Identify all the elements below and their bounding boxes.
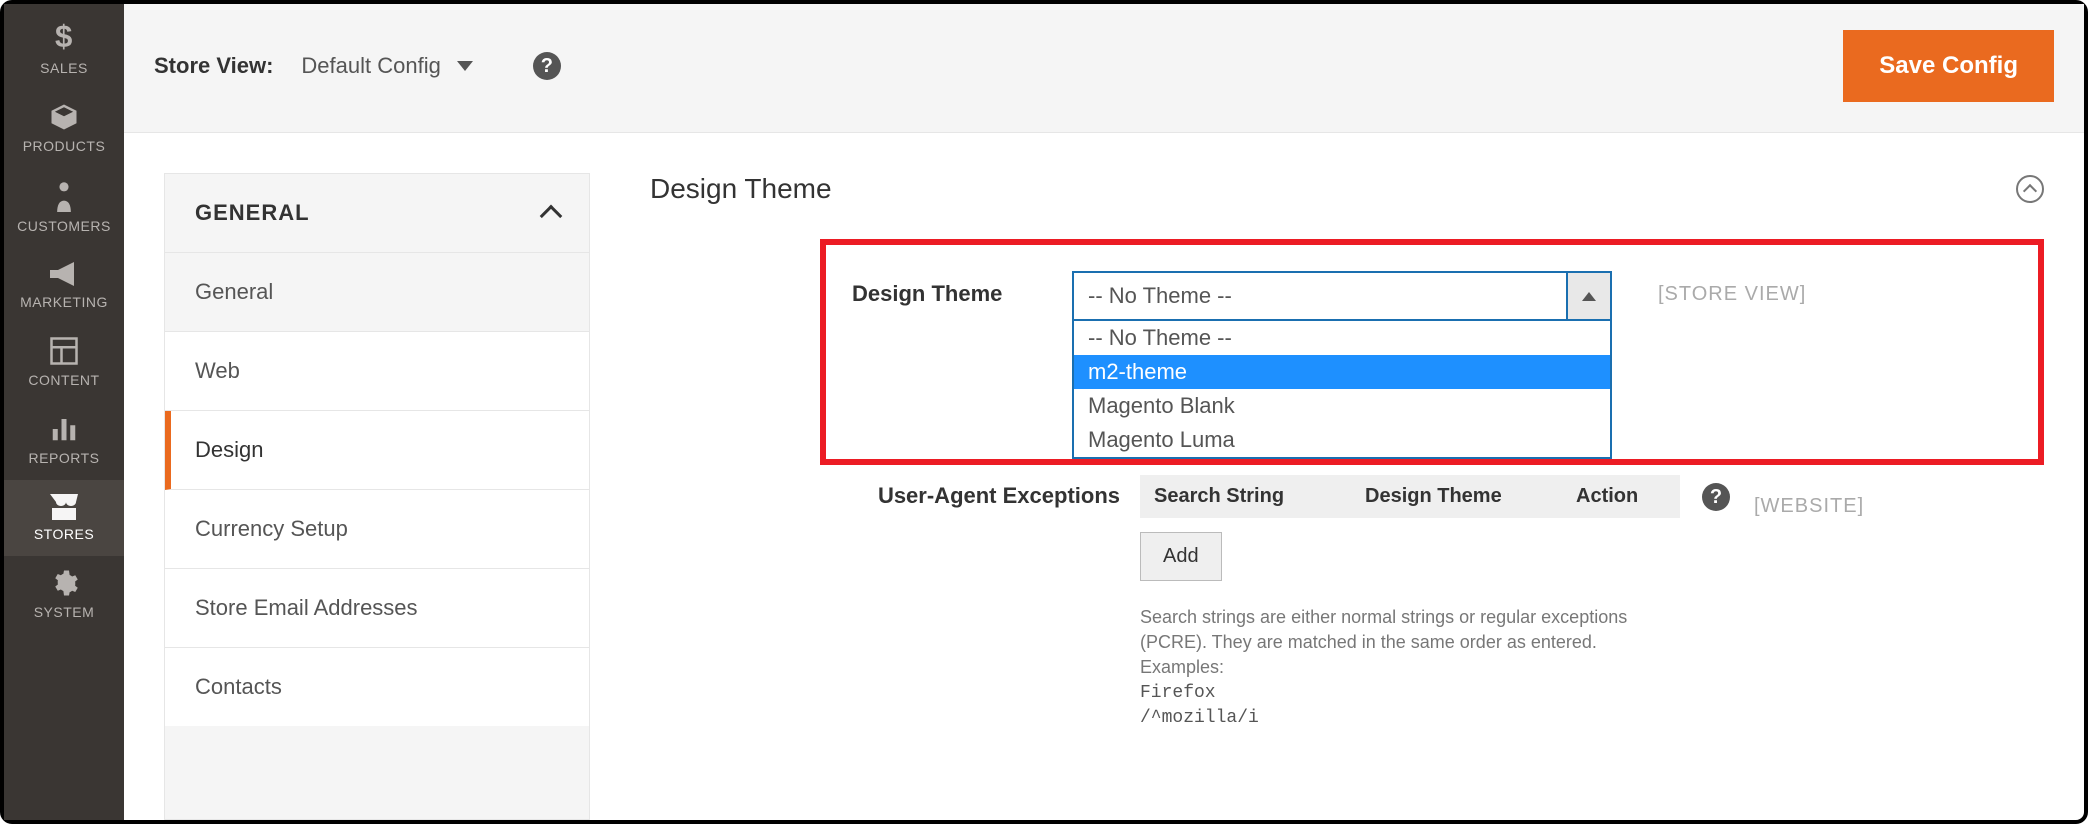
field-label-user-agent: User-Agent Exceptions [820, 475, 1140, 509]
option-magento-luma[interactable]: Magento Luma [1074, 423, 1610, 457]
nav-label: PRODUCTS [4, 138, 124, 154]
nav-label: MARKETING [4, 294, 124, 310]
scope-store-view: [STORE VIEW] [1658, 271, 1806, 306]
ua-help-line1: Search strings are either normal strings… [1140, 605, 1680, 681]
nav-item-reports[interactable]: REPORTS [4, 402, 124, 480]
option-no-theme[interactable]: -- No Theme -- [1074, 321, 1610, 355]
nav-item-system[interactable]: SYSTEM [4, 556, 124, 634]
bar-chart-icon [49, 414, 79, 444]
config-item-design[interactable]: Design [165, 411, 589, 490]
config-item-store-email[interactable]: Store Email Addresses [165, 569, 589, 648]
nav-label: CONTENT [4, 372, 124, 388]
config-item-contacts[interactable]: Contacts [165, 648, 589, 726]
gear-icon [49, 568, 79, 598]
scope-website: [WEBSITE] [1754, 483, 1864, 518]
design-theme-selected: -- No Theme -- [1074, 283, 1566, 309]
section-title-text: Design Theme [650, 173, 832, 205]
user-agent-exceptions-row: User-Agent Exceptions Search String Desi… [650, 475, 2044, 731]
add-button[interactable]: Add [1140, 532, 1222, 581]
nav-item-content[interactable]: CONTENT [4, 324, 124, 402]
chevron-up-icon [540, 205, 563, 228]
config-group-general[interactable]: GENERAL [165, 174, 589, 253]
nav-item-products[interactable]: PRODUCTS [4, 90, 124, 168]
ua-col-action: Action [1576, 485, 1666, 508]
box-icon [49, 102, 79, 132]
design-theme-options: -- No Theme -- m2-theme Magento Blank Ma… [1072, 321, 1612, 459]
ua-help-text: Search strings are either normal strings… [1140, 605, 1680, 731]
nav-label: STORES [4, 526, 124, 542]
config-item-currency-setup[interactable]: Currency Setup [165, 490, 589, 569]
layout-icon [49, 336, 79, 366]
dollar-icon: $ [47, 20, 81, 54]
megaphone-icon [48, 260, 80, 288]
nav-label: SALES [4, 60, 124, 76]
topbar: Store View: Default Config ? Save Config [124, 4, 2084, 133]
nav-item-sales[interactable]: $ SALES [4, 8, 124, 90]
nav-label: REPORTS [4, 450, 124, 466]
config-pane: Design Theme Design Theme -- No Theme -- [590, 173, 2084, 820]
highlight-design-theme: Design Theme -- No Theme -- -- No Theme … [820, 239, 2044, 465]
section-design-theme[interactable]: Design Theme [650, 173, 2044, 205]
store-icon [48, 492, 80, 520]
config-sidebar: GENERAL General Web Design Currency Setu… [164, 173, 590, 820]
ua-table-header: Search String Design Theme Action [1140, 475, 1680, 518]
option-magento-blank[interactable]: Magento Blank [1074, 389, 1610, 423]
store-view-switcher[interactable]: Default Config [301, 53, 472, 79]
config-group-title: GENERAL [195, 200, 310, 226]
nav-item-stores[interactable]: STORES [4, 480, 124, 556]
help-icon[interactable]: ? [533, 52, 561, 80]
save-config-button[interactable]: Save Config [1843, 30, 2054, 102]
option-m2-theme[interactable]: m2-theme [1074, 355, 1610, 389]
collapse-icon[interactable] [2016, 175, 2044, 203]
design-theme-select[interactable]: -- No Theme -- -- No Theme -- m2-theme M… [1072, 271, 1612, 459]
ua-example-1: Firefox [1140, 681, 1680, 706]
svg-text:$: $ [55, 20, 73, 54]
config-item-general[interactable]: General [165, 253, 589, 332]
help-icon[interactable]: ? [1702, 483, 1730, 511]
store-view-value: Default Config [301, 53, 440, 79]
caret-down-icon [457, 61, 473, 71]
admin-nav: $ SALES PRODUCTS CUSTOMERS MARKETING CON… [4, 4, 124, 820]
ua-col-theme: Design Theme [1365, 485, 1536, 508]
ua-example-2: /^mozilla/i [1140, 706, 1680, 731]
nav-item-customers[interactable]: CUSTOMERS [4, 168, 124, 248]
config-item-web[interactable]: Web [165, 332, 589, 411]
select-toggle-button[interactable] [1566, 273, 1610, 319]
nav-item-marketing[interactable]: MARKETING [4, 248, 124, 324]
nav-label: SYSTEM [4, 604, 124, 620]
nav-label: CUSTOMERS [4, 218, 124, 234]
person-icon [50, 180, 78, 212]
store-view-label: Store View: [154, 53, 273, 79]
triangle-up-icon [1582, 292, 1596, 301]
ua-col-search: Search String [1154, 485, 1325, 508]
field-label-design-theme: Design Theme [852, 271, 1072, 307]
